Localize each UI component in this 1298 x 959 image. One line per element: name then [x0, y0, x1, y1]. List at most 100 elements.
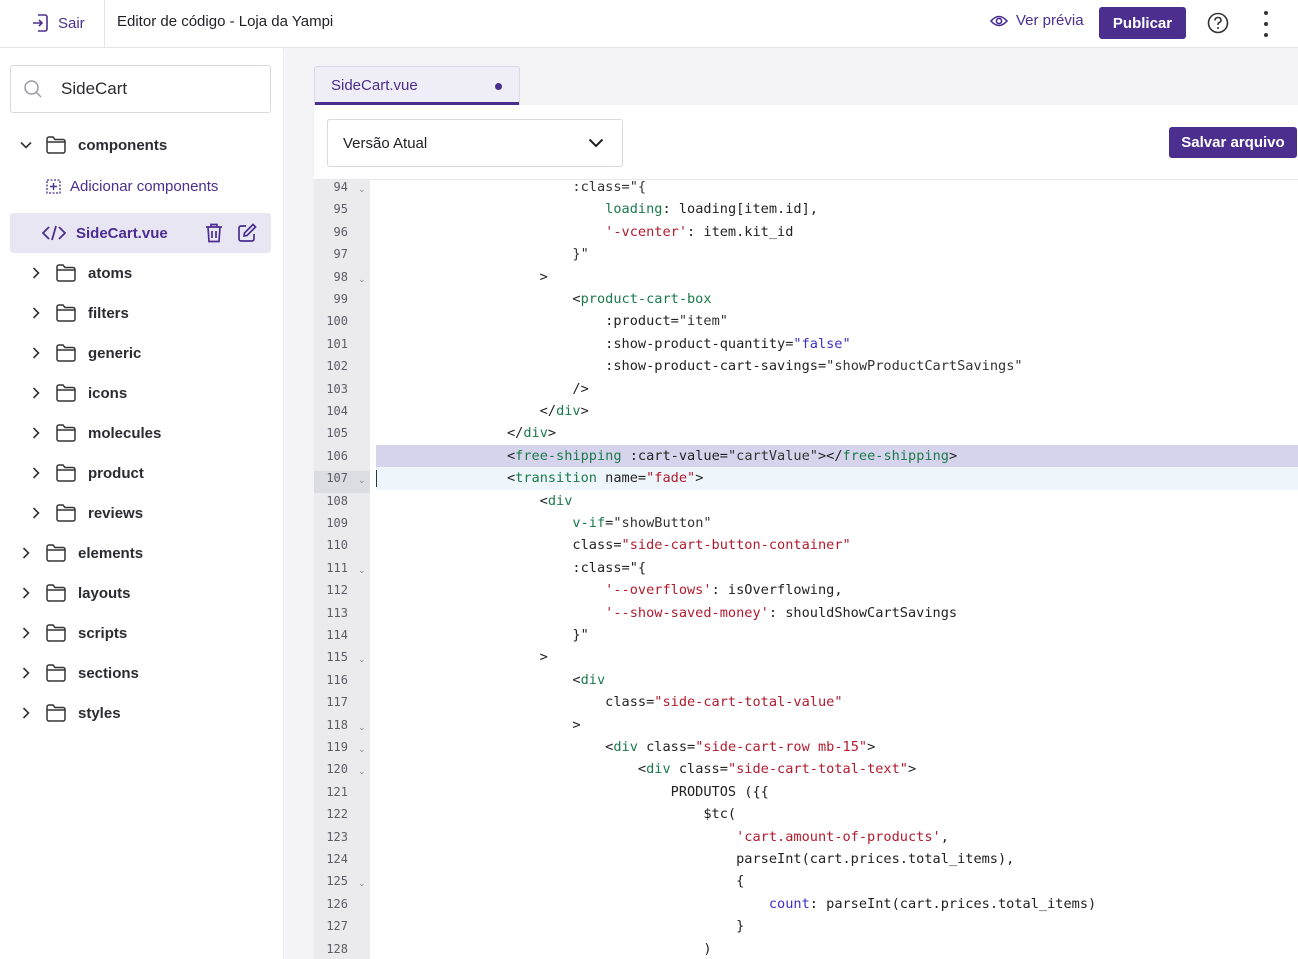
chevron-right-icon: [32, 347, 40, 359]
more-options-icon[interactable]: [1262, 11, 1270, 37]
version-select[interactable]: Versão Atual: [327, 119, 623, 167]
folder-sections[interactable]: sections: [20, 653, 139, 693]
line-number: 122: [326, 807, 348, 822]
chevron-right-icon: [32, 307, 40, 319]
code-line[interactable]: ): [376, 938, 1298, 959]
folder-icon: [46, 624, 66, 642]
code-line[interactable]: </div>: [376, 422, 1298, 444]
eye-icon: [990, 15, 1008, 26]
code-line[interactable]: 'cart.amount-of-products',: [376, 826, 1298, 848]
save-file-button[interactable]: Salvar arquivo: [1169, 127, 1297, 158]
code-line[interactable]: <free-shipping :cart-value="cartValue"><…: [376, 444, 1298, 468]
fold-chevron-icon[interactable]: ⌄: [358, 268, 366, 290]
code-line[interactable]: >: [376, 714, 1298, 736]
code-line[interactable]: :show-product-cart-savings="showProductC…: [376, 355, 1298, 377]
folder-label: reviews: [88, 504, 144, 522]
line-number: 107: [326, 471, 348, 486]
code-line[interactable]: :show-product-quantity="false": [376, 333, 1298, 355]
folder-icons[interactable]: icons: [30, 373, 127, 413]
code-line[interactable]: <product-cart-box: [376, 288, 1298, 310]
code-line[interactable]: <div: [376, 669, 1298, 691]
code-line[interactable]: :product="item": [376, 310, 1298, 332]
line-number: 95: [333, 202, 348, 217]
line-number: 123: [326, 829, 348, 844]
folder-elements[interactable]: elements: [20, 533, 143, 573]
line-number: 104: [326, 404, 348, 418]
help-icon[interactable]: [1207, 12, 1229, 34]
search-input[interactable]: [61, 79, 241, 99]
preview-button[interactable]: Ver prévia: [990, 12, 1084, 29]
tab-sidecart[interactable]: SideCart.vue: [314, 66, 520, 105]
fold-chevron-icon[interactable]: ⌄: [358, 559, 366, 581]
line-number: 100: [326, 314, 348, 329]
folder-scripts[interactable]: scripts: [20, 613, 127, 653]
chevron-right-icon: [32, 427, 40, 439]
code-line[interactable]: />: [376, 378, 1298, 400]
code-line[interactable]: PRODUTOS ({{: [376, 781, 1298, 803]
line-number: 117: [326, 695, 348, 710]
folder-atoms[interactable]: atoms: [30, 253, 132, 293]
line-number: 109: [326, 516, 348, 530]
folder-product[interactable]: product: [30, 453, 144, 493]
code-line[interactable]: <div: [376, 490, 1298, 512]
folder-reviews[interactable]: reviews: [30, 493, 143, 533]
folder-layouts[interactable]: layouts: [20, 573, 131, 613]
code-line[interactable]: :class="{: [376, 557, 1298, 579]
code-line[interactable]: >: [376, 646, 1298, 668]
code-line[interactable]: class="side-cart-total-value": [376, 691, 1298, 713]
code-line[interactable]: '--overflows': isOverflowing,: [376, 579, 1298, 601]
chevron-right-icon: [22, 627, 30, 639]
code-line[interactable]: <div class="side-cart-row mb-15">: [376, 736, 1298, 758]
code-line[interactable]: count: parseInt(cart.prices.total_items): [376, 893, 1298, 915]
edit-icon[interactable]: [238, 223, 257, 242]
code-line[interactable]: </div>: [376, 400, 1298, 422]
line-number: 115: [326, 650, 348, 665]
code-line[interactable]: }": [376, 624, 1298, 646]
code-line[interactable]: :class="{: [376, 180, 1298, 198]
code-line[interactable]: {: [376, 870, 1298, 892]
fold-chevron-icon[interactable]: ⌄: [358, 872, 366, 894]
folder-label: styles: [78, 704, 121, 722]
code-line[interactable]: }": [376, 243, 1298, 265]
fold-chevron-icon[interactable]: ⌄: [358, 469, 366, 491]
file-item-sidecart[interactable]: SideCart.vue: [10, 213, 271, 253]
fold-chevron-icon[interactable]: ⌄: [358, 716, 366, 738]
line-number: 108: [326, 493, 348, 508]
publish-button[interactable]: Publicar: [1099, 7, 1186, 39]
code-line[interactable]: '--show-saved-money': shouldShowCartSavi…: [376, 602, 1298, 624]
folder-label: product: [88, 464, 144, 482]
code-line[interactable]: $tc(: [376, 803, 1298, 825]
line-number: 98: [333, 269, 348, 284]
code-line[interactable]: '-vcenter': item.kit_id: [376, 221, 1298, 243]
code-line[interactable]: parseInt(cart.prices.total_items),: [376, 848, 1298, 870]
fold-chevron-icon[interactable]: ⌄: [358, 738, 366, 760]
preview-label: Ver prévia: [1016, 12, 1084, 29]
folder-styles[interactable]: styles: [20, 693, 121, 733]
code-line[interactable]: <transition name="fade">: [376, 467, 1298, 490]
folder-icon: [56, 344, 76, 362]
code-line[interactable]: <div class="side-cart-total-text">: [376, 758, 1298, 780]
code-line[interactable]: }: [376, 915, 1298, 937]
folder-molecules[interactable]: molecules: [30, 413, 161, 453]
tab-label: SideCart.vue: [331, 77, 418, 94]
code-line[interactable]: >: [376, 266, 1298, 288]
code-editor[interactable]: 94 ⌄ 95 96 97 98 ⌄ 99 100 101 102 103 104 105 106 107 ⌄ 1…: [314, 179, 1298, 959]
line-gutter: 94 ⌄ 95 96 97 98 ⌄ 99 100 101 102 103 104 105 106 107 ⌄ 1…: [314, 180, 370, 959]
fold-chevron-icon[interactable]: ⌄: [358, 648, 366, 670]
code-line[interactable]: class="side-cart-button-container": [376, 534, 1298, 556]
add-component-button[interactable]: Adicionar components: [46, 178, 218, 195]
file-sidebar: components Adicionar components SideCart…: [0, 48, 284, 959]
code-line[interactable]: loading: loading[item.id],: [376, 198, 1298, 220]
folder-components[interactable]: components: [20, 125, 167, 165]
folder-icon: [46, 544, 66, 562]
fold-chevron-icon[interactable]: ⌄: [358, 180, 366, 200]
code-line[interactable]: v-if="showButton": [376, 512, 1298, 534]
trash-icon[interactable]: [205, 223, 223, 243]
folder-generic[interactable]: generic: [30, 333, 141, 373]
folder-filters[interactable]: filters: [30, 293, 129, 333]
exit-button[interactable]: Sair: [32, 12, 85, 34]
line-number: 96: [333, 224, 348, 239]
folder-label: icons: [88, 384, 128, 402]
unsaved-dot: [495, 83, 502, 90]
fold-chevron-icon[interactable]: ⌄: [358, 760, 366, 782]
